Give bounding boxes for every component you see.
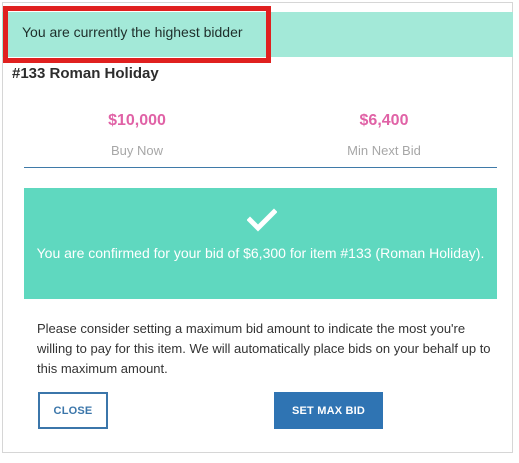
min-next-bid-price: $6,400 Min Next Bid <box>284 112 484 158</box>
buy-now-price: $10,000 Buy Now <box>37 112 237 158</box>
max-bid-info-text: Please consider setting a maximum bid am… <box>37 321 491 376</box>
status-banner-text: You are currently the highest bidder <box>22 24 243 40</box>
item-title: #133 Roman Holiday <box>12 65 159 82</box>
divider <box>24 167 497 168</box>
close-button[interactable]: CLOSE <box>38 392 108 429</box>
buy-now-value: $10,000 <box>108 112 166 129</box>
buy-now-label: Buy Now <box>110 143 164 158</box>
confirmation-panel: You are confirmed for your bid of $6,300… <box>24 188 497 299</box>
checkmark-icon <box>247 208 277 232</box>
min-next-bid-value: $6,400 <box>359 112 409 129</box>
set-max-bid-button[interactable]: SET MAX BID <box>274 392 383 429</box>
confirmation-text: You are confirmed for your bid of $6,300… <box>36 245 485 261</box>
min-next-bid-label: Min Next Bid <box>347 143 421 158</box>
